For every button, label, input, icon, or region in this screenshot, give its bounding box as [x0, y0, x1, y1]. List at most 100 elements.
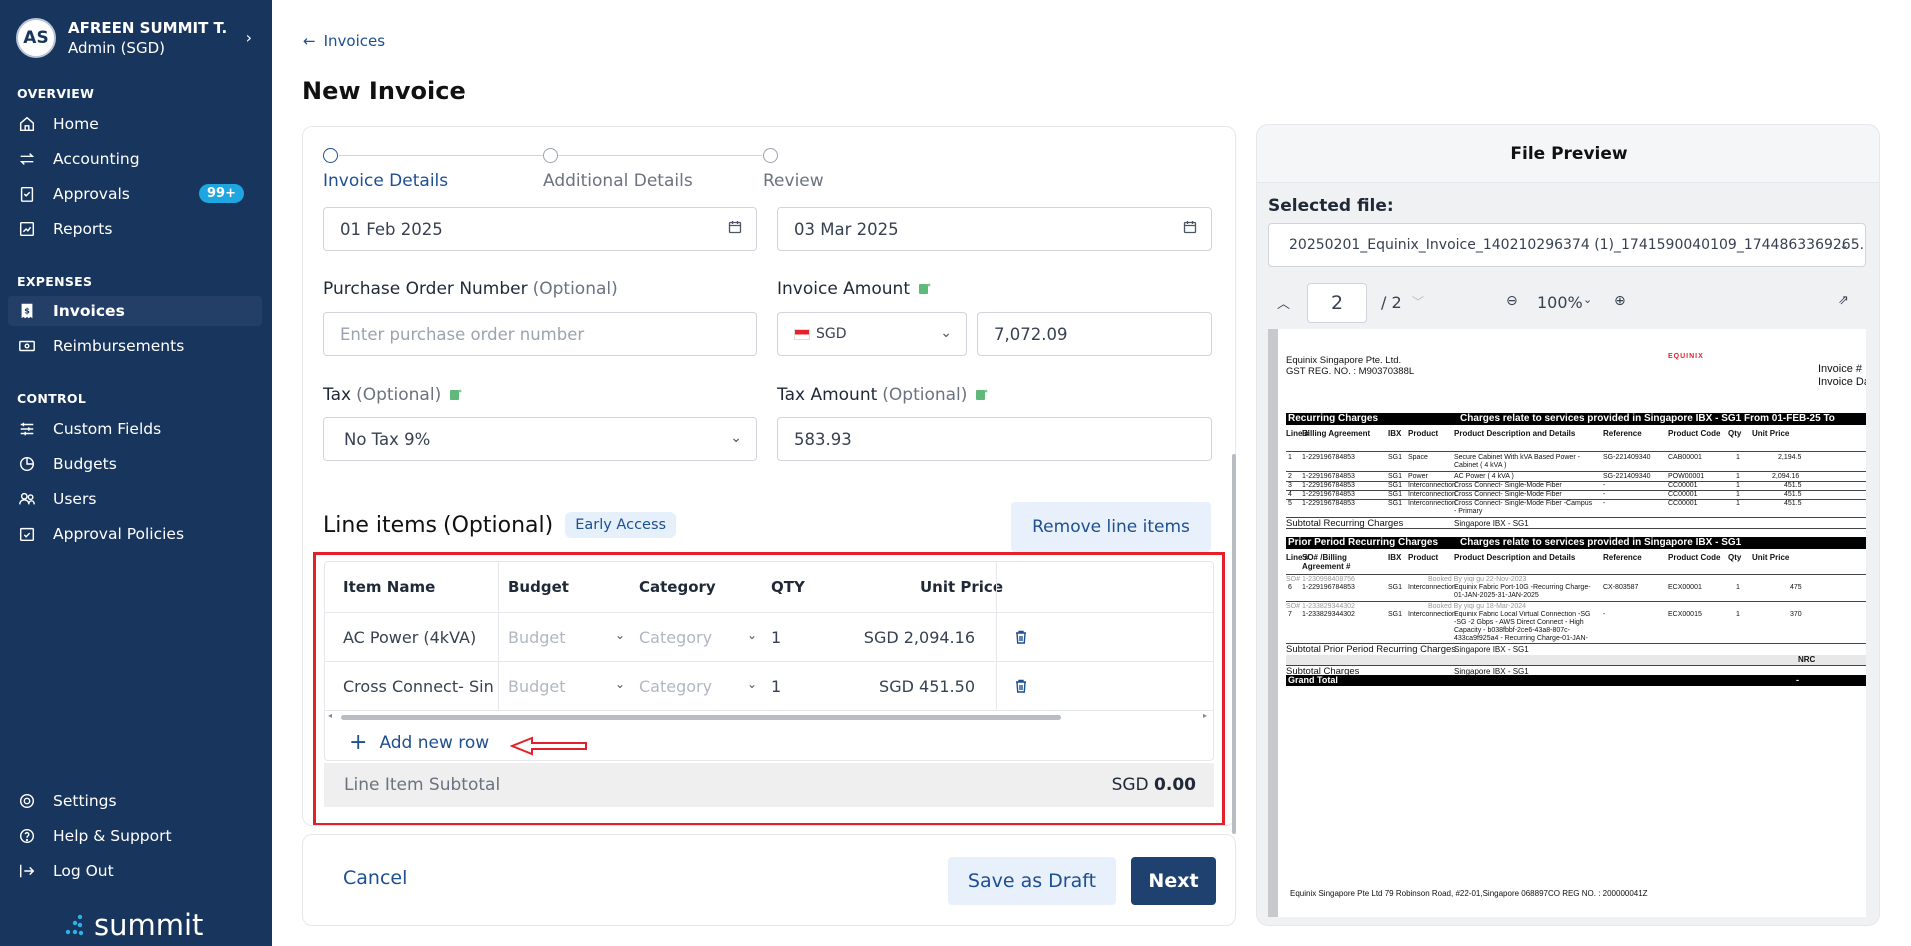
selected-file-select[interactable]: 20250201_Equinix_Invoice_140210296374 (1… — [1268, 223, 1866, 267]
chevron-down-icon: ⌄ — [615, 628, 626, 642]
file-preview-panel: File Preview Selected file: 20250201_Equ… — [1256, 124, 1880, 926]
sidebar-item-reports[interactable]: Reports — [8, 214, 262, 244]
chevron-down-icon: ⌄ — [1583, 293, 1593, 306]
step-review[interactable]: Review — [763, 171, 824, 191]
scroll-left-icon[interactable]: ◂ — [328, 711, 332, 720]
zoom-out-icon[interactable]: ⊖ — [1506, 293, 1518, 309]
row1-budget-select[interactable]: Budget — [508, 612, 566, 662]
home-icon — [17, 114, 37, 134]
line-items-title: Line items (Optional) Early Access — [323, 512, 677, 538]
tax-amount-input[interactable]: 583.93 — [777, 417, 1212, 461]
org-name: AFREEN SUMMIT T... — [68, 19, 228, 37]
page-up-icon[interactable]: ︿ — [1277, 293, 1290, 312]
section-control: CONTROL — [17, 391, 87, 406]
col-category: Category — [639, 578, 716, 596]
step-invoice-details[interactable]: Invoice Details — [323, 171, 448, 191]
sidebar: AS AFREEN SUMMIT T... Admin (SGD) › OVER… — [0, 0, 272, 946]
col-item-name: Item Name — [343, 578, 436, 596]
step-additional-details[interactable]: Additional Details — [543, 171, 693, 191]
document-page: Equinix Singapore Pte. Ltd. GST REG. NO.… — [1268, 329, 1866, 917]
col-qty: QTY — [771, 578, 805, 596]
cancel-button[interactable]: Cancel — [343, 867, 407, 889]
logout-icon — [17, 861, 37, 881]
row2-unit-price[interactable]: SGD 451.50 — [845, 661, 975, 711]
sidebar-item-settings[interactable]: Settings — [8, 786, 262, 816]
chevron-down-icon: ⌄ — [940, 325, 952, 341]
po-input[interactable]: Enter purchase order number — [323, 312, 757, 356]
row2-qty[interactable]: 1 — [771, 661, 781, 711]
invoice-amount-label: Invoice Amount — [777, 279, 932, 299]
sidebar-item-invoices[interactable]: $ Invoices — [8, 296, 262, 326]
chevron-right-icon: › — [245, 28, 252, 47]
line-items-table: Item Name Budget Category QTY Unit Price… — [324, 561, 1214, 761]
annotation-arrow-icon — [510, 736, 587, 756]
row1-unit-price[interactable]: SGD 2,094.16 — [845, 612, 975, 662]
logo-dots-icon — [65, 914, 84, 936]
trash-icon[interactable] — [1013, 629, 1029, 645]
due-date-field[interactable]: 03 Mar 2025 — [777, 207, 1212, 251]
sidebar-item-help[interactable]: Help & Support — [8, 821, 262, 851]
ai-sparkle-icon — [919, 283, 931, 294]
currency-select[interactable]: SGD ⌄ — [777, 312, 967, 356]
chevron-down-icon: ⌄ — [615, 677, 626, 691]
sidebar-item-approvals[interactable]: Approvals 99+ — [8, 179, 262, 209]
scroll-right-icon[interactable]: ▸ — [1203, 711, 1207, 720]
ai-sparkle-icon — [976, 389, 989, 400]
sidebar-item-reimbursements[interactable]: Reimbursements — [8, 331, 262, 361]
sidebar-item-custom-fields[interactable]: Custom Fields — [8, 414, 262, 444]
org-switcher[interactable]: AS AFREEN SUMMIT T... Admin (SGD) › — [16, 18, 256, 58]
sidebar-item-logout[interactable]: Log Out — [8, 856, 262, 886]
row2-category-select[interactable]: Category — [639, 661, 712, 711]
ai-sparkle-icon — [450, 389, 463, 400]
tax-select[interactable]: No Tax 9% ⌄ — [323, 417, 757, 461]
sidebar-item-budgets[interactable]: Budgets — [8, 449, 262, 479]
sidebar-item-approval-policies[interactable]: Approval Policies — [8, 519, 262, 549]
calendar-icon — [1183, 220, 1197, 238]
open-external-icon[interactable]: ⇗ — [1838, 293, 1849, 308]
approvals-badge: 99+ — [199, 184, 244, 203]
list-icon — [17, 419, 37, 439]
po-label: Purchase Order Number (Optional) — [323, 279, 618, 299]
tax-label: Tax (Optional) — [323, 385, 463, 405]
cash-icon — [17, 336, 37, 356]
page-number-input[interactable]: 2 — [1307, 283, 1367, 323]
row2-item-name[interactable]: Cross Connect- Single-Mode Fiber — [343, 661, 493, 711]
form-footer: Cancel Save as Draft Next — [302, 834, 1236, 926]
step-dot-2 — [543, 148, 558, 163]
row1-category-select[interactable]: Category — [639, 612, 712, 662]
add-new-row-button[interactable]: + Add new row — [349, 732, 489, 754]
invoice-date-field[interactable]: 01 Feb 2025 — [323, 207, 757, 251]
back-link[interactable]: ← Invoices — [303, 32, 385, 50]
chevron-down-icon: ⌄ — [747, 677, 758, 691]
file-preview-title: File Preview — [1257, 125, 1879, 183]
sidebar-item-home[interactable]: Home — [8, 109, 262, 139]
chevron-down-icon: ⌄ — [747, 628, 758, 642]
sidebar-item-users[interactable]: Users — [8, 484, 262, 514]
zoom-select[interactable]: 100% — [1537, 293, 1583, 312]
remove-line-items-button[interactable]: Remove line items — [1011, 502, 1211, 552]
trash-icon[interactable] — [1013, 678, 1029, 694]
sidebar-item-accounting[interactable]: Accounting — [8, 144, 262, 174]
save-draft-button[interactable]: Save as Draft — [948, 857, 1116, 905]
form-scrollbar[interactable] — [1232, 214, 1236, 834]
avatar: AS — [16, 18, 56, 58]
page-down-icon[interactable]: ﹀ — [1412, 293, 1424, 310]
gear-icon — [17, 791, 37, 811]
plus-icon: + — [349, 730, 368, 755]
line-items-highlight: Item Name Budget Category QTY Unit Price… — [313, 552, 1225, 825]
page-total: / 2 — [1381, 293, 1402, 312]
chevron-down-icon: ⌄ — [1838, 238, 1849, 252]
policy-icon — [17, 524, 37, 544]
next-button[interactable]: Next — [1131, 857, 1216, 905]
row1-qty[interactable]: 1 — [771, 612, 781, 662]
invoice-form: Invoice Details Additional Details Revie… — [302, 126, 1236, 826]
users-icon — [17, 489, 37, 509]
section-expenses: EXPENSES — [17, 274, 93, 289]
zoom-in-icon[interactable]: ⊕ — [1614, 293, 1626, 309]
invoice-amount-input[interactable]: 7,072.09 — [977, 312, 1212, 356]
row1-item-name[interactable]: AC Power (4kVA) — [343, 612, 493, 662]
row2-budget-select[interactable]: Budget — [508, 661, 566, 711]
line-item-subtotal: Line Item Subtotal SGD 0.00 — [324, 763, 1214, 807]
equinix-logo: EQUINIX — [1668, 353, 1704, 360]
horizontal-scrollbar[interactable] — [341, 715, 1061, 720]
